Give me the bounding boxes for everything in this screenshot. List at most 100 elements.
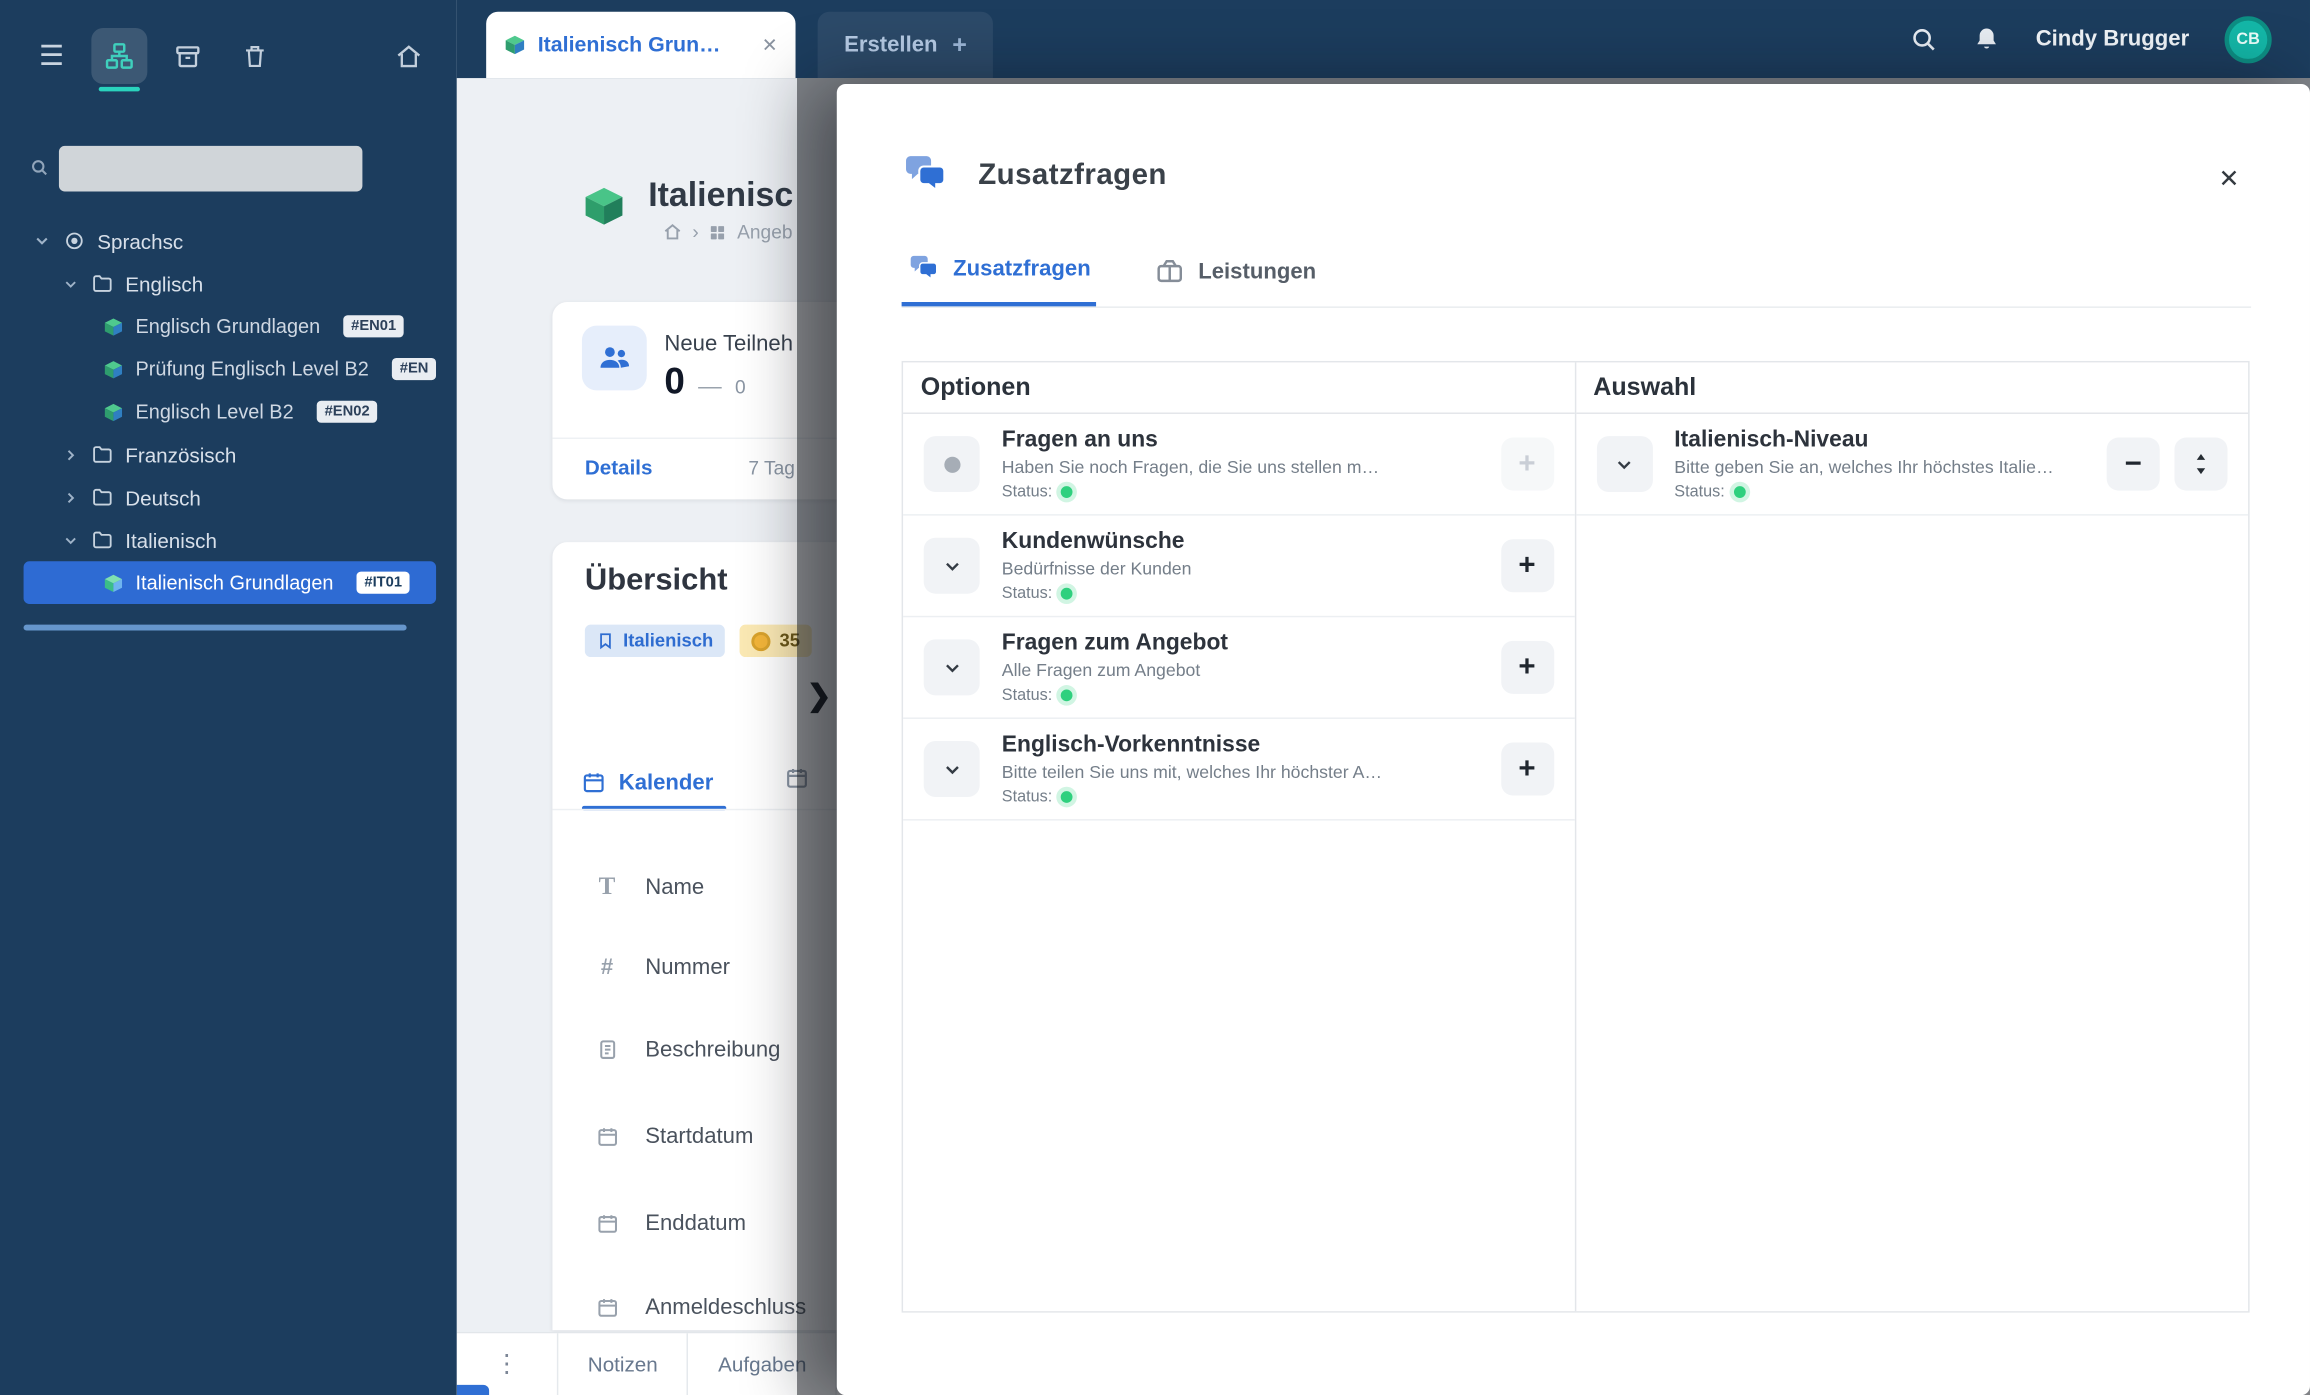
tab-kalender[interactable]: Kalender: [582, 760, 713, 804]
target-icon: [63, 230, 85, 252]
tree-course-label: Englisch Level B2: [136, 401, 294, 423]
dialog-header: Zusatzfragen: [902, 155, 1167, 196]
tree-course-englisch-level-b2[interactable]: Englisch Level B2 #EN02: [24, 390, 436, 433]
breadcrumb-separator: ›: [692, 221, 698, 243]
bell-icon[interactable]: [1972, 25, 2000, 53]
search-icon[interactable]: [1909, 25, 1937, 53]
plus-icon: +: [952, 30, 967, 59]
close-icon[interactable]: ✕: [762, 33, 778, 57]
details-link[interactable]: Details: [585, 455, 653, 479]
avatar[interactable]: CB: [2225, 15, 2272, 62]
status-label: Status:: [1674, 483, 1724, 501]
chevron-right-icon[interactable]: [62, 446, 80, 464]
chevron-right-icon[interactable]: [62, 488, 80, 506]
expand-toggle-button[interactable]: [924, 538, 980, 594]
selection-title: Italienisch-Niveau: [1674, 427, 2084, 454]
field-startdatum[interactable]: Startdatum: [594, 1114, 754, 1158]
option-info: Fragen an uns Haben Sie noch Fragen, die…: [1002, 427, 1479, 501]
option-title: Englisch-Vorkenntnisse: [1002, 732, 1479, 759]
tree-course-italienisch-grundlagen[interactable]: Italienisch Grundlagen #IT01: [24, 561, 436, 604]
status-label: Status:: [1002, 483, 1052, 501]
tree-course-label: Englisch Grundlagen: [136, 315, 321, 337]
participants-value: 0: [664, 361, 684, 404]
selection-actions: −: [2107, 438, 2228, 491]
option-title: Fragen an uns: [1002, 427, 1479, 454]
reorder-button[interactable]: [2174, 438, 2227, 491]
add-option-button[interactable]: +: [1500, 539, 1553, 592]
sidebar-search-input[interactable]: [59, 146, 362, 192]
selection-row-italienisch-niveau: Italienisch-Niveau Bitte geben Sie an, w…: [1576, 414, 2249, 516]
dialog-tabs: Zusatzfragen Leistungen: [902, 236, 1322, 307]
document-icon: [594, 1038, 621, 1060]
tab-zusatzfragen[interactable]: Zusatzfragen: [902, 236, 1097, 307]
tabs-divider: [902, 306, 2251, 307]
tab-erstellen[interactable]: Erstellen +: [818, 12, 994, 78]
trash-button[interactable]: [227, 28, 283, 84]
bottom-tab-label: Notizen: [588, 1352, 658, 1376]
remove-selection-button[interactable]: −: [2107, 438, 2160, 491]
home-button[interactable]: [380, 28, 436, 84]
tab-label: Erstellen: [844, 32, 937, 57]
bullet-icon: [944, 456, 960, 472]
calendar-icon: [594, 1296, 621, 1318]
folder-icon: [91, 486, 113, 508]
expand-toggle-button[interactable]: [924, 639, 980, 695]
expand-toggle-button[interactable]: [924, 436, 980, 492]
tree-root-item[interactable]: Sprachsc: [0, 220, 457, 263]
tree-course-label: Italienisch Grundlagen: [136, 572, 334, 594]
add-option-button[interactable]: +: [1500, 742, 1553, 795]
tree-course-pruefung-englisch[interactable]: Prüfung Englisch Level B2 #EN: [24, 348, 436, 391]
calendar-icon: [582, 770, 606, 794]
course-cube-icon: [103, 572, 124, 593]
tree-view-button[interactable]: [91, 28, 147, 84]
tree-course-englisch-grundlagen[interactable]: Englisch Grundlagen #EN01: [24, 305, 436, 348]
period-label: 7 Tag: [748, 457, 795, 479]
sidebar-toolbar: ☰: [24, 24, 436, 89]
field-name[interactable]: T Name: [594, 865, 705, 909]
panel-expand-button[interactable]: ❯: [800, 673, 838, 717]
search-icon: [29, 158, 48, 177]
menu-button[interactable]: ☰: [24, 28, 80, 84]
chevron-down-icon[interactable]: [62, 531, 80, 549]
option-subtitle: Bitte teilen Sie uns mit, welches Ihr hö…: [1002, 762, 1479, 783]
tree-folder-italienisch[interactable]: Italienisch: [0, 519, 457, 562]
chevron-down-icon[interactable]: [62, 275, 80, 293]
close-icon: ✕: [2218, 165, 2239, 194]
field-label: Name: [645, 874, 704, 899]
add-option-button[interactable]: +: [1500, 438, 1553, 491]
field-nummer[interactable]: # Nummer: [594, 944, 730, 988]
expand-toggle-button[interactable]: [1596, 436, 1652, 492]
field-anmeldeschluss[interactable]: Anmeldeschluss: [594, 1285, 806, 1329]
chat-bubbles-icon: [902, 155, 949, 196]
expand-toggle-button[interactable]: [924, 741, 980, 797]
tab-leistungen[interactable]: Leistungen: [1150, 236, 1322, 307]
tab-italienisch-grundlagen[interactable]: Italienisch Grun… ✕: [486, 12, 795, 78]
add-option-button[interactable]: +: [1500, 641, 1553, 694]
tree-folder-franzoesisch[interactable]: Französisch: [0, 433, 457, 476]
hamburger-icon: ☰: [39, 39, 64, 73]
tree-folder-deutsch[interactable]: Deutsch: [0, 476, 457, 519]
dialog-close-button[interactable]: ✕: [2207, 158, 2251, 202]
plus-icon: +: [1518, 447, 1535, 481]
field-beschreibung[interactable]: Beschreibung: [594, 1027, 781, 1071]
bottom-tab-notizen[interactable]: Notizen: [557, 1333, 687, 1395]
breadcrumb-item[interactable]: Angeb: [737, 221, 792, 243]
option-row-englisch-vorkenntnisse: Englisch-Vorkenntnisse Bitte teilen Sie …: [903, 719, 1574, 821]
option-row-fragen-an-uns: Fragen an uns Haben Sie noch Fragen, die…: [903, 414, 1574, 516]
dialog-title: Zusatzfragen: [978, 158, 1167, 192]
archive-icon: [173, 42, 201, 70]
status-label: Status:: [1002, 687, 1052, 705]
course-badge: #EN01: [344, 315, 404, 337]
chevron-down-icon[interactable]: [32, 231, 51, 250]
tree-folder-englisch[interactable]: Englisch: [0, 262, 457, 305]
participants-icon-tile: [582, 326, 647, 391]
chevron-right-icon: ❯: [807, 677, 832, 714]
options-header: Optionen: [903, 362, 1574, 414]
tree-folder-label: Italienisch: [125, 528, 217, 552]
field-enddatum[interactable]: Enddatum: [594, 1201, 746, 1245]
home-icon[interactable]: [663, 222, 682, 241]
status-dot: [1734, 486, 1746, 498]
tree-horizontal-scrollbar[interactable]: [24, 625, 407, 631]
participants-values: 0 — 0: [664, 361, 745, 404]
archive-button[interactable]: [159, 28, 215, 84]
